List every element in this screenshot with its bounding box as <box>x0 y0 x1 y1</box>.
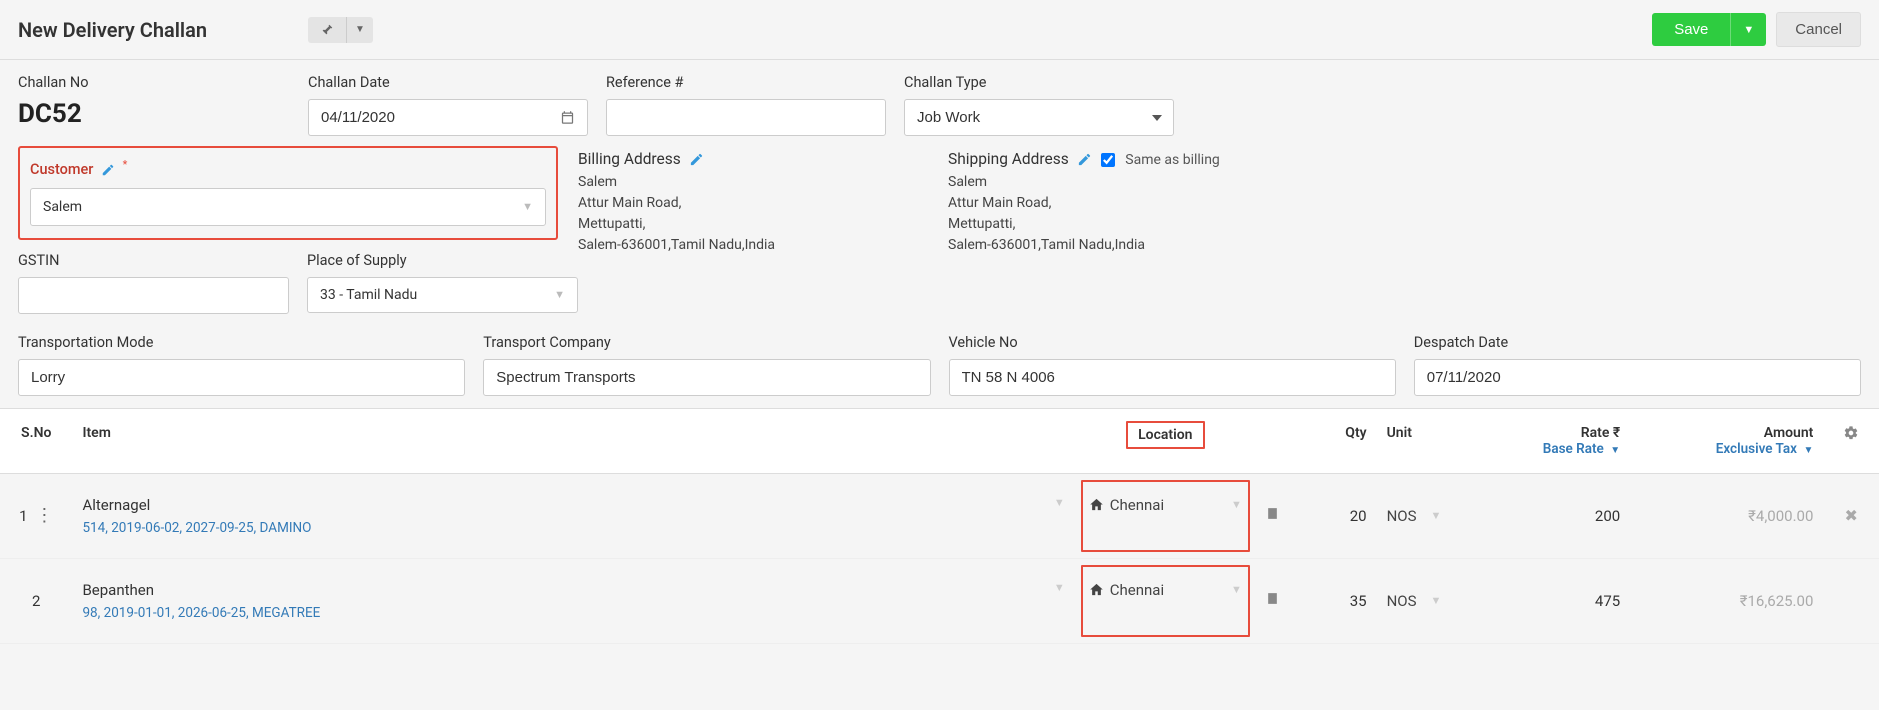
billing-address-label: Billing Address <box>578 150 681 168</box>
item-dropdown[interactable]: ▼ <box>1054 581 1065 594</box>
challan-no-value: DC52 <box>18 99 308 129</box>
col-amount: Amount Exclusive Tax ▼ <box>1630 408 1823 473</box>
reference-label: Reference # <box>606 74 886 91</box>
challan-type-label: Challan Type <box>904 74 1174 91</box>
pencil-icon <box>689 152 704 167</box>
customer-label: Customer <box>30 161 93 178</box>
item-dropdown[interactable]: ▼ <box>1054 496 1065 509</box>
col-item: Item <box>72 408 1074 473</box>
same-as-billing-checkbox[interactable] <box>1101 153 1115 167</box>
gear-icon <box>1843 425 1859 441</box>
shipping-line1: Attur Main Road, <box>948 193 1378 214</box>
row-sno: 2 <box>32 592 40 610</box>
caret-down-icon: ▼ <box>554 288 565 301</box>
location-value: Chennai <box>1110 581 1164 599</box>
table-row: 2 Bepanthen 98, 2019-01-01, 2026-06-25, … <box>0 558 1879 643</box>
place-of-supply-select[interactable]: 33 - Tamil Nadu ▼ <box>307 277 578 313</box>
transport-company-input[interactable] <box>483 359 930 396</box>
cancel-button[interactable]: Cancel <box>1776 12 1861 47</box>
amount-value: ₹4,000.00 <box>1748 507 1813 525</box>
delete-row-button[interactable]: ✖ <box>1844 506 1857 525</box>
challan-type-select[interactable] <box>904 99 1174 136</box>
unit-select[interactable]: NOS ▼ <box>1387 507 1442 525</box>
pin-button[interactable] <box>308 17 347 43</box>
same-as-billing-label: Same as billing <box>1125 152 1220 168</box>
home-icon <box>1089 497 1104 512</box>
col-qty: Qty <box>1256 408 1377 473</box>
pin-dropdown-button[interactable]: ▼ <box>347 17 373 43</box>
col-location: Location <box>1075 408 1256 473</box>
unit-select[interactable]: NOS ▼ <box>1387 592 1442 610</box>
amount-value: ₹16,625.00 <box>1740 592 1814 610</box>
shipping-line3: Salem-636001,Tamil Nadu,India <box>948 235 1378 256</box>
rate-value[interactable]: 475 <box>1595 592 1620 610</box>
home-icon <box>1089 582 1104 597</box>
reference-input[interactable] <box>606 99 886 136</box>
item-name: Bepanthen <box>82 581 320 599</box>
vehicle-no-label: Vehicle No <box>949 334 1396 351</box>
vehicle-no-input[interactable] <box>949 359 1396 396</box>
edit-shipping-address-button[interactable] <box>1077 150 1096 168</box>
exclusive-tax-toggle[interactable]: Exclusive Tax ▼ <box>1716 441 1814 457</box>
location-dropdown[interactable]: ▼ <box>1231 583 1242 596</box>
despatch-date-label: Despatch Date <box>1414 334 1861 351</box>
challan-date-label: Challan Date <box>308 74 588 91</box>
customer-value: Salem <box>43 199 82 215</box>
shipping-line2: Mettupatti, <box>948 214 1378 235</box>
caret-down-icon: ▼ <box>1743 24 1754 36</box>
caret-down-icon: ▼ <box>522 200 533 213</box>
pencil-icon <box>101 163 115 177</box>
transport-mode-label: Transportation Mode <box>18 334 465 351</box>
caret-down-icon: ▼ <box>1431 594 1442 607</box>
challan-no-label: Challan No <box>18 74 308 91</box>
table-row: 1 ⋮ Alternagel 514, 2019-06-02, 2027-09-… <box>0 473 1879 558</box>
required-asterisk: * <box>123 158 128 171</box>
challan-date-input[interactable] <box>308 99 548 136</box>
customer-select[interactable]: Salem ▼ <box>30 188 546 226</box>
col-settings[interactable] <box>1823 408 1879 473</box>
caret-down-icon: ▼ <box>355 24 365 35</box>
customer-highlight-box: Customer * Salem ▼ <box>18 146 558 240</box>
save-button[interactable]: Save <box>1652 13 1731 46</box>
billing-name: Salem <box>578 172 948 193</box>
edit-billing-address-button[interactable] <box>689 150 704 168</box>
building-icon <box>1266 507 1279 520</box>
save-dropdown-button[interactable]: ▼ <box>1731 13 1766 46</box>
qty-value[interactable]: 20 <box>1350 507 1367 525</box>
calendar-icon <box>560 110 575 125</box>
page-title: New Delivery Challan <box>18 18 308 42</box>
caret-down-icon: ▼ <box>1431 509 1442 522</box>
base-rate-toggle[interactable]: Base Rate ▼ <box>1543 441 1620 457</box>
pin-icon <box>320 23 334 37</box>
row-sno: 1 <box>19 507 27 525</box>
shipping-name: Salem <box>948 172 1378 193</box>
item-detail-link[interactable]: 98, 2019-01-01, 2026-06-25, MEGATREE <box>82 605 320 621</box>
gstin-label: GSTIN <box>18 252 289 269</box>
transport-company-label: Transport Company <box>483 334 930 351</box>
gstin-input[interactable] <box>18 277 289 314</box>
billing-line3: Salem-636001,Tamil Nadu,India <box>578 235 948 256</box>
pencil-icon <box>1077 152 1092 167</box>
shipping-address-label: Shipping Address <box>948 150 1069 168</box>
place-of-supply-value: 33 - Tamil Nadu <box>320 287 417 303</box>
item-name: Alternagel <box>82 496 311 514</box>
place-of-supply-label: Place of Supply <box>307 252 578 269</box>
col-rate: Rate ₹ Base Rate ▼ <box>1485 408 1630 473</box>
item-detail-link[interactable]: 514, 2019-06-02, 2027-09-25, DAMINO <box>82 520 311 536</box>
col-unit: Unit <box>1377 408 1486 473</box>
billing-line1: Attur Main Road, <box>578 193 948 214</box>
qty-value[interactable]: 35 <box>1350 592 1367 610</box>
transport-mode-input[interactable] <box>18 359 465 396</box>
calendar-button[interactable] <box>548 99 588 136</box>
col-sno: S.No <box>0 408 72 473</box>
row-menu-button[interactable]: ⋮ <box>35 505 53 526</box>
billing-line2: Mettupatti, <box>578 214 948 235</box>
rate-value[interactable]: 200 <box>1595 507 1620 525</box>
location-value: Chennai <box>1110 496 1164 514</box>
despatch-date-input[interactable] <box>1414 359 1861 396</box>
building-icon <box>1266 592 1279 605</box>
edit-customer-button[interactable] <box>101 161 119 178</box>
location-dropdown[interactable]: ▼ <box>1231 498 1242 511</box>
